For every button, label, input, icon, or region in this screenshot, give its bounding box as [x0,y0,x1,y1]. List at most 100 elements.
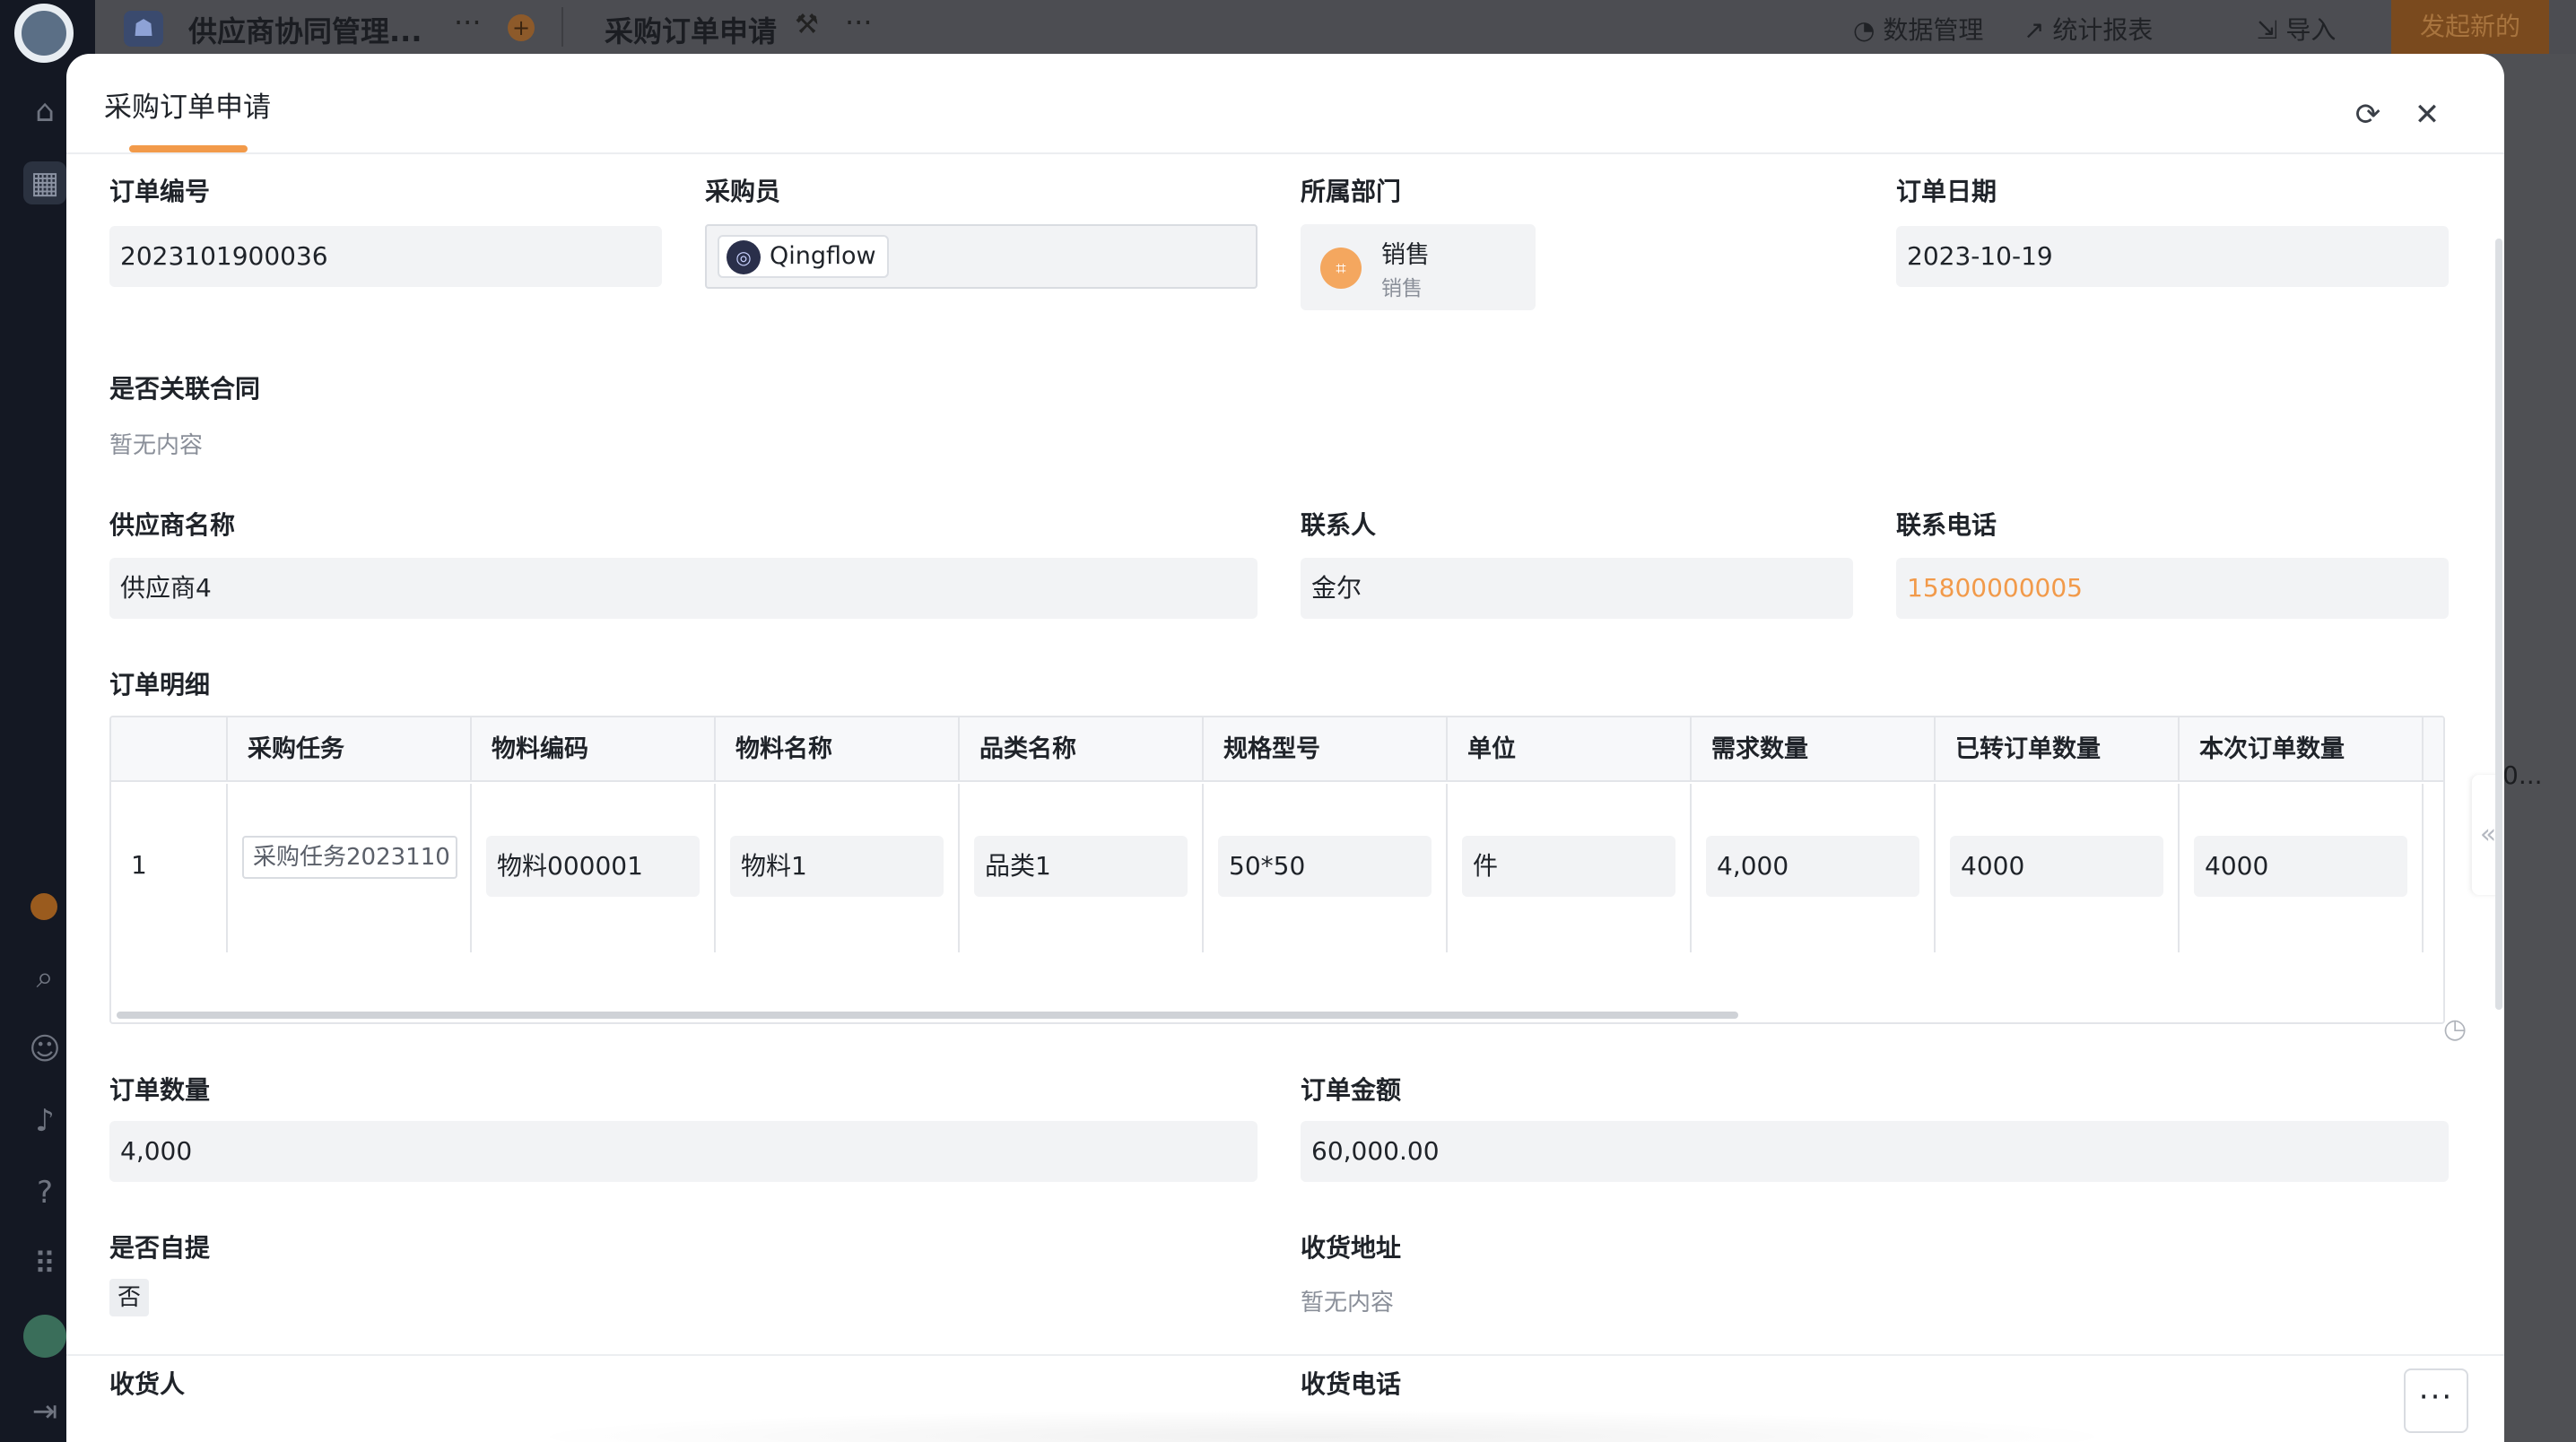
add-icon[interactable]: + [508,14,535,41]
task-cell: 采购任务2023110 [228,784,472,952]
home-icon[interactable]: ⌂ [23,90,66,133]
table-row: 1 采购任务2023110 物料000001 物料1 品类1 50*50 件 4… [111,784,2443,952]
this-qty-field[interactable]: 4000 [2194,836,2407,897]
trend-chart-icon: ↗ [2023,15,2053,45]
this-qty-cell: 4000 [2180,784,2424,952]
reports-link[interactable]: ↗ 统计报表 [2023,11,2153,47]
modal-header: 采购订单申请 ⟳ ✕ [66,54,2504,154]
divider [561,7,563,47]
search-icon[interactable]: ⌕ [23,956,66,999]
order-date-label: 订单日期 [1896,177,1997,206]
converted-qty-cell: 4000 [1936,784,2180,952]
clock-history-icon[interactable]: ◷ [2443,1013,2467,1045]
import-icon: ⇲ [2257,15,2286,45]
table-header-cell: 规格型号 [1204,717,1448,782]
notification-dot-icon [30,893,57,920]
buyer-name: Qingflow [770,242,876,270]
apps-grid-icon[interactable]: ▦ [23,161,66,204]
table-horizontal-scrollbar[interactable] [117,1012,1738,1019]
order-qty-field[interactable]: 4,000 [109,1121,1258,1182]
table-header-index [111,717,228,782]
order-modal: 采购订单申请 ⟳ ✕ 订单编号 2023101900036 采购员 ◎ Qing… [66,54,2504,1442]
department-label: 所属部门 [1301,177,1402,206]
table-header-cell: 已转订单数量 [1936,717,2180,782]
demand-qty-field[interactable]: 4,000 [1706,836,1919,897]
expand-nav-icon[interactable]: ⇥ [23,1390,66,1433]
category-field[interactable]: 品类1 [974,836,1188,897]
close-icon[interactable]: ✕ [2409,97,2445,133]
material-name-cell: 物料1 [716,784,960,952]
more-actions-button[interactable]: ··· [2404,1368,2468,1433]
table-header-cell: 采购任务 [228,717,472,782]
order-no-label: 订单编号 [109,177,211,206]
buyer-chip[interactable]: ◎ Qingflow [718,235,889,278]
app-menu-icon[interactable]: ⠿ [23,1243,66,1286]
order-amount-label: 订单金额 [1301,1075,1402,1105]
unit-field[interactable]: 件 [1462,836,1675,897]
order-no-field[interactable]: 2023101900036 [109,226,662,287]
material-name-field[interactable]: 物料1 [730,836,944,897]
receiver-phone-label: 收货电话 [1301,1369,1402,1399]
order-detail-label: 订单明细 [109,670,211,699]
receiver-label: 收货人 [109,1369,186,1399]
phone-label: 联系电话 [1896,510,1997,540]
self-pickup-label: 是否自提 [109,1233,211,1263]
demand-qty-cell: 4,000 [1692,784,1936,952]
start-new-button[interactable]: 发起新的 [2391,0,2549,54]
app-more-icon[interactable]: ··· [454,5,482,39]
refresh-icon[interactable]: ⟳ [2350,97,2386,133]
app-title[interactable]: 供应商协同管理... [188,9,422,50]
order-detail-table: 采购任务 物料编码 物料名称 品类名称 规格型号 单位 需求数量 已转订单数量 … [109,716,2445,1024]
footer-shadow [515,1410,2129,1442]
department-name: 销售 [1381,241,1430,269]
import-link[interactable]: ⇲ 导入 [2257,11,2336,47]
help-icon[interactable]: ? [23,1171,66,1214]
unit-cell: 件 [1448,784,1692,952]
link-contract-label: 是否关联合同 [109,374,261,404]
buyer-label: 采购员 [705,177,781,206]
contact-field[interactable]: 金尔 [1301,558,1853,619]
user-avatar[interactable] [23,1315,66,1358]
order-amount-field[interactable]: 60,000.00 [1301,1121,2449,1182]
table-header-cell: 本次订单数量 [2180,717,2424,782]
truncated-cell: 0... [2502,760,2543,790]
table-header-cell: 物料名称 [716,717,960,782]
contact-label: 联系人 [1301,510,1377,540]
department-sub: 销售 [1381,277,1423,300]
title-underline [129,145,248,152]
app-logo[interactable] [14,4,74,63]
contacts-icon[interactable]: ☺ [23,1028,66,1071]
department-field[interactable]: ⌗ 销售 销售 [1301,224,1536,310]
buyer-field[interactable]: ◎ Qingflow [705,224,1258,289]
self-pickup-tag: 否 [109,1279,149,1316]
row-index-cell: 1 [111,784,228,952]
table-header: 采购任务 物料编码 物料名称 品类名称 规格型号 单位 需求数量 已转订单数量 … [111,717,2443,782]
data-manage-link[interactable]: ◔ 数据管理 [1853,11,1983,47]
background-list-panel: 0... [2493,54,2576,1442]
material-code-field[interactable]: 物料000001 [486,836,700,897]
modal-footer: ··· [66,1354,2504,1442]
bell-icon[interactable]: ♪ [23,1099,66,1142]
table-header-cell: 品类名称 [960,717,1204,782]
supplier-field[interactable]: 供应商4 [109,558,1258,619]
top-bar: ☗ 供应商协同管理... ··· + 采购订单申请 ⚒ ··· ◔ 数据管理 ↗… [95,0,2576,54]
address-label: 收货地址 [1301,1233,1402,1263]
supplier-label: 供应商名称 [109,510,236,540]
wrench-icon[interactable]: ⚒ [795,9,819,40]
order-date-field[interactable]: 2023-10-19 [1896,226,2449,287]
purchase-task-link[interactable]: 采购任务2023110 [242,836,457,879]
spec-cell: 50*50 [1204,784,1448,952]
address-empty: 暂无内容 [1301,1290,1395,1316]
spec-field[interactable]: 50*50 [1218,836,1432,897]
department-icon: ⌗ [1320,248,1362,289]
modal-vertical-scrollbar[interactable] [2495,239,2502,1010]
app-group-icon: ☗ [124,11,163,47]
order-qty-label: 订单数量 [109,1075,211,1105]
dashboard-icon: ◔ [1853,15,1884,45]
form-title[interactable]: 采购订单申请 [605,9,777,50]
member-avatar-icon: ◎ [727,240,761,274]
link-contract-empty: 暂无内容 [109,432,204,459]
converted-qty-field[interactable]: 4000 [1950,836,2163,897]
form-more-icon[interactable]: ··· [845,5,873,39]
phone-field[interactable]: 15800000005 [1896,558,2449,619]
